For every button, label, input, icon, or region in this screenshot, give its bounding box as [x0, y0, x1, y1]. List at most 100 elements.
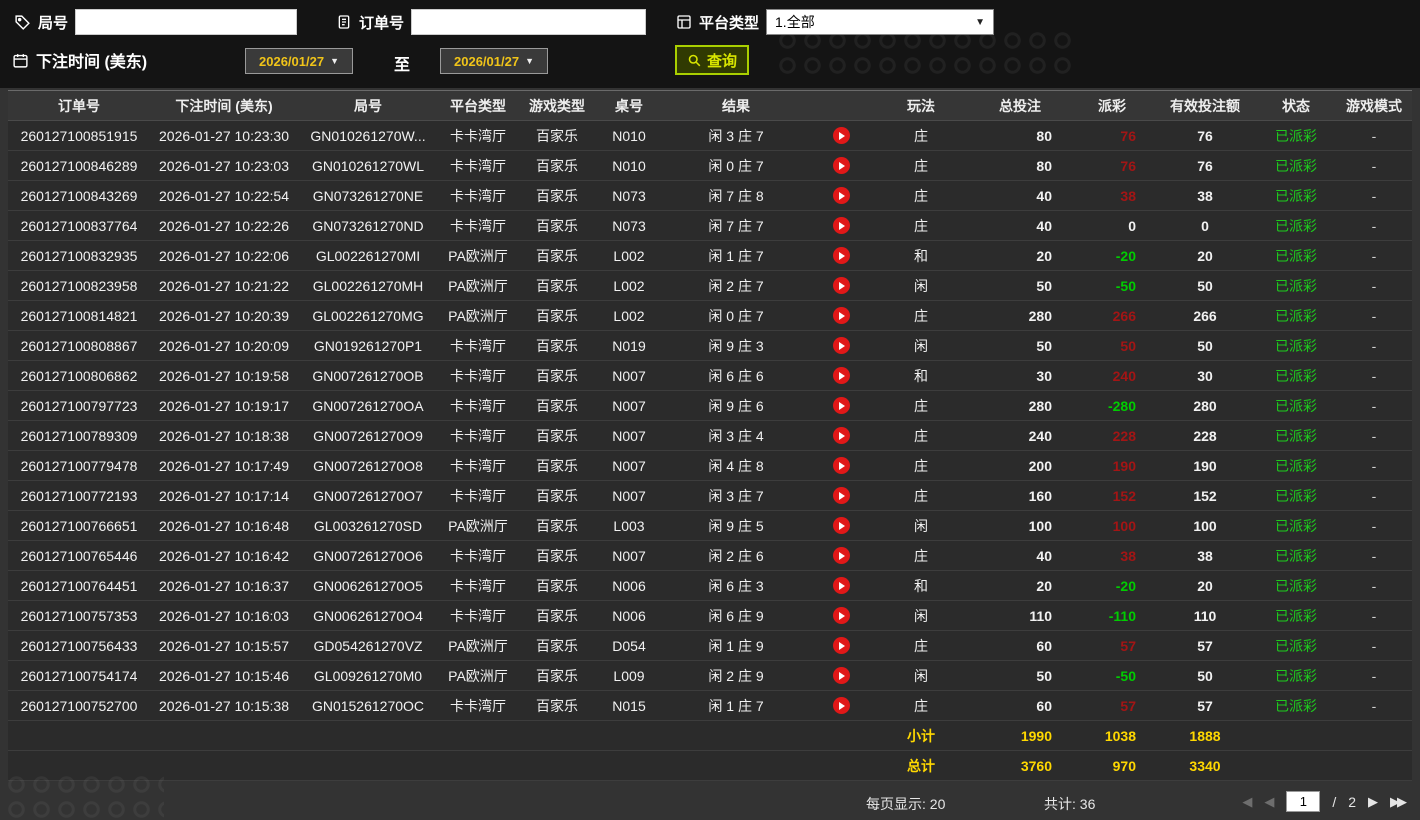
cell-payout: 152	[1070, 480, 1154, 511]
cell-play	[810, 300, 872, 331]
play-icon[interactable]	[832, 397, 850, 415]
cell-status: 已派彩	[1256, 480, 1336, 511]
cell-game-type: 百家乐	[518, 420, 596, 451]
play-triangle	[839, 401, 845, 410]
play-icon[interactable]	[832, 487, 850, 505]
play-icon[interactable]	[832, 277, 850, 295]
cell-game-mode: -	[1336, 480, 1412, 511]
cell-status: 已派彩	[1256, 360, 1336, 391]
cell-bet-type: 庄	[872, 420, 970, 451]
play-icon[interactable]	[832, 517, 850, 535]
cell-platform: 卡卡湾厅	[438, 330, 518, 361]
order-no-filter: 订单号	[336, 9, 647, 35]
play-icon[interactable]	[832, 547, 850, 565]
column-header: 状态	[1256, 90, 1336, 121]
first-page-button[interactable]: ◀	[1242, 794, 1252, 810]
cell-play	[810, 450, 872, 481]
play-triangle	[839, 251, 845, 260]
cell-game-no: GL002261270MG	[298, 300, 438, 331]
play-icon[interactable]	[832, 247, 850, 265]
column-header: 游戏模式	[1336, 90, 1412, 121]
play-icon[interactable]	[832, 457, 850, 475]
cell-payout: 266	[1070, 300, 1154, 331]
cell-play	[810, 690, 872, 721]
cell-result: 闲 1 庄 7	[662, 690, 810, 721]
play-triangle	[839, 161, 845, 170]
play-icon[interactable]	[832, 607, 850, 625]
pager-controls: ◀ ◀ 1 / 2 ▶ ▶▶	[1242, 791, 1407, 812]
play-icon[interactable]	[832, 187, 850, 205]
play-icon[interactable]	[832, 697, 850, 715]
cell-total-bet: 60	[970, 630, 1070, 661]
cell-order-no: 260127100843269	[8, 180, 150, 211]
cell-game-type: 百家乐	[518, 510, 596, 541]
cell-order-no: 260127100832935	[8, 240, 150, 271]
date-to-picker[interactable]: 2026/01/27 ▼	[440, 48, 548, 74]
cell-status: 已派彩	[1256, 210, 1336, 241]
cell-bet-time: 2026-01-27 10:22:26	[150, 210, 298, 241]
cell-table-no: N015	[596, 690, 662, 721]
play-icon[interactable]	[832, 157, 850, 175]
cell-payout: -20	[1070, 570, 1154, 601]
cell-valid-bet: 76	[1154, 120, 1256, 151]
cell-play	[810, 240, 872, 271]
cell-game-type: 百家乐	[518, 600, 596, 631]
play-icon[interactable]	[832, 667, 850, 685]
cell-result: 闲 6 庄 3	[662, 570, 810, 601]
cell-game-no: GN073261270ND	[298, 210, 438, 241]
per-page-value: 20	[929, 796, 946, 812]
cell-status: 已派彩	[1256, 420, 1336, 451]
cell-game-mode: -	[1336, 360, 1412, 391]
platform-select[interactable]: 1.全部 ▼	[766, 9, 995, 35]
cell-table-no: N019	[596, 330, 662, 361]
cell-game-type: 百家乐	[518, 570, 596, 601]
cell-game-type: 百家乐	[518, 150, 596, 181]
cell-game-mode: -	[1336, 330, 1412, 361]
subtotal-spacer	[8, 720, 872, 751]
last-page-button[interactable]: ▶▶	[1390, 794, 1407, 810]
game-no-input[interactable]	[75, 9, 298, 35]
cell-bet-time: 2026-01-27 10:15:46	[150, 660, 298, 691]
table-row: 260127100808867 2026-01-27 10:20:09 GN0192…	[8, 330, 1412, 361]
play-icon[interactable]	[832, 127, 850, 145]
cell-result: 闲 3 庄 7	[662, 120, 810, 151]
cell-game-mode: -	[1336, 210, 1412, 241]
column-header: 派彩	[1070, 90, 1154, 121]
cell-bet-type: 庄	[872, 630, 970, 661]
cell-result: 闲 4 庄 8	[662, 450, 810, 481]
search-button[interactable]: 查询	[675, 45, 750, 75]
play-icon[interactable]	[832, 577, 850, 595]
play-icon[interactable]	[832, 337, 850, 355]
date-from-picker[interactable]: 2026/01/27 ▼	[245, 48, 353, 74]
cell-game-type: 百家乐	[518, 180, 596, 211]
cell-platform: 卡卡湾厅	[438, 210, 518, 241]
cell-payout: 38	[1070, 540, 1154, 571]
cell-bet-time: 2026-01-27 10:20:39	[150, 300, 298, 331]
cell-bet-type: 和	[872, 240, 970, 271]
play-icon[interactable]	[832, 427, 850, 445]
play-icon[interactable]	[832, 217, 850, 235]
cell-play	[810, 210, 872, 241]
current-page-input[interactable]: 1	[1286, 791, 1321, 812]
play-icon[interactable]	[832, 307, 850, 325]
cell-table-no: L002	[596, 300, 662, 331]
cell-total-bet: 40	[970, 180, 1070, 211]
table-row: 260127100843269 2026-01-27 10:22:54 GN0732…	[8, 180, 1412, 211]
cell-platform: PA欧洲厅	[438, 270, 518, 301]
cell-order-no: 260127100846289	[8, 150, 150, 181]
cell-total-bet: 60	[970, 690, 1070, 721]
cell-payout: 76	[1070, 120, 1154, 151]
play-icon[interactable]	[832, 367, 850, 385]
prev-page-button[interactable]: ◀	[1264, 794, 1274, 810]
cell-game-mode: -	[1336, 300, 1412, 331]
cell-game-no: GD054261270VZ	[298, 630, 438, 661]
next-page-button[interactable]: ▶	[1368, 794, 1378, 810]
cell-game-no: GN010261270W...	[298, 120, 438, 151]
cell-valid-bet: 38	[1154, 540, 1256, 571]
order-no-input[interactable]	[411, 9, 647, 35]
cell-status: 已派彩	[1256, 450, 1336, 481]
play-icon[interactable]	[832, 637, 850, 655]
table-row: 260127100789309 2026-01-27 10:18:38 GN0072…	[8, 420, 1412, 451]
cell-bet-time: 2026-01-27 10:16:37	[150, 570, 298, 601]
cell-bet-type: 庄	[872, 120, 970, 151]
